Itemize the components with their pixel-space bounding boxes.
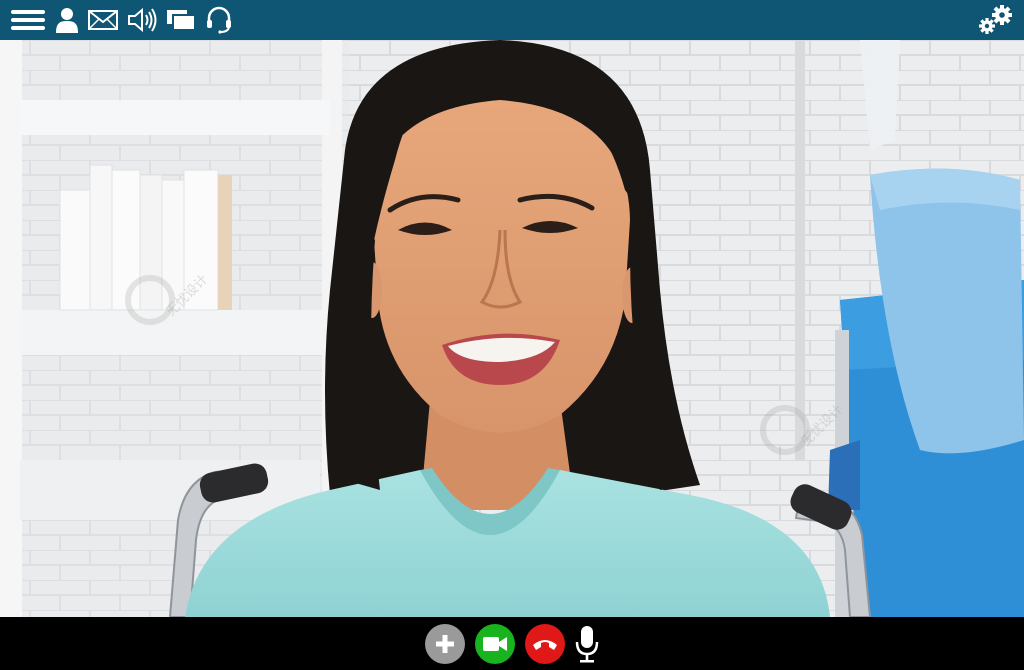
- microphone-button[interactable]: [567, 624, 607, 664]
- mail-icon[interactable]: [87, 0, 119, 40]
- video-toggle-button[interactable]: [475, 624, 515, 664]
- user-icon[interactable]: [54, 0, 80, 40]
- menu-icon[interactable]: [8, 0, 48, 40]
- end-call-button[interactable]: [525, 624, 565, 664]
- call-controls: [0, 617, 1024, 670]
- top-toolbar: [0, 0, 1024, 40]
- hangup-icon: [533, 640, 557, 650]
- camera-icon: [483, 637, 507, 651]
- screens-icon[interactable]: [166, 0, 196, 40]
- microphone-icon: [575, 626, 599, 663]
- plus-icon: [436, 635, 454, 653]
- headset-icon[interactable]: [205, 0, 233, 40]
- add-participant-button[interactable]: [425, 624, 465, 664]
- video-scene: [0, 40, 1024, 617]
- video-feed: 无忧设计 无忧设计: [0, 40, 1024, 617]
- speaker-icon[interactable]: [127, 0, 157, 40]
- gears-icon[interactable]: [976, 0, 1016, 40]
